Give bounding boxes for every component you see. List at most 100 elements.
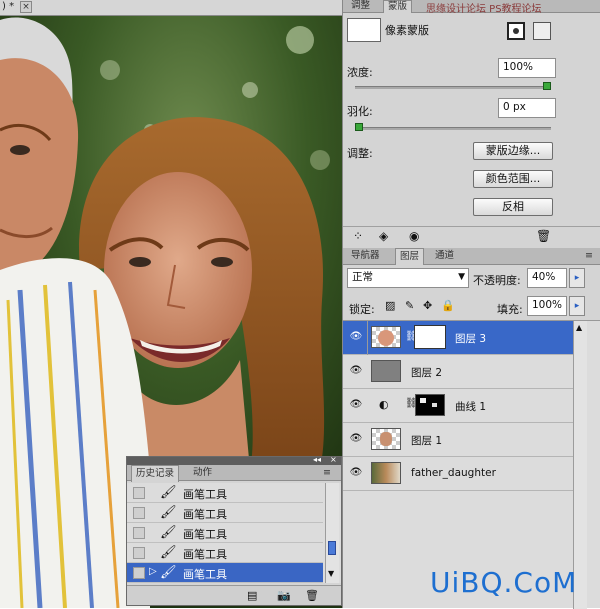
opacity-field[interactable]: 40% <box>527 268 567 288</box>
trash-icon[interactable]: 🗑 <box>305 589 319 602</box>
layer-row-background[interactable]: 👁 father_daughter <box>343 457 573 491</box>
history-item-label: 画笔工具 <box>183 568 227 581</box>
history-item[interactable]: 🖌 画笔工具 <box>127 503 323 523</box>
history-item[interactable]: 🖌 画笔工具 <box>127 483 323 503</box>
mask-speck <box>432 403 437 407</box>
brush-icon: 🖌 <box>160 525 177 540</box>
fill-arrow-icon[interactable]: ▸ <box>569 296 585 316</box>
tab-layers[interactable]: 图层 <box>395 248 425 265</box>
tab-navigator[interactable]: 导航器 <box>347 248 384 264</box>
color-range-button[interactable]: 颜色范围... <box>473 170 553 188</box>
lock-brush-icon[interactable]: ✎ <box>405 299 414 312</box>
feather-field[interactable]: 0 px <box>498 98 556 118</box>
opacity-arrow-icon[interactable]: ▸ <box>569 268 585 288</box>
apply-mask-icon[interactable]: ◈ <box>379 229 388 243</box>
document-tab[interactable]: ) * × <box>0 0 342 16</box>
eye-icon[interactable]: 👁 <box>349 399 363 411</box>
pixel-mask-icon[interactable] <box>507 22 525 40</box>
layer-name: father_daughter <box>411 467 496 479</box>
eye-icon[interactable]: 👁 <box>349 433 363 445</box>
invert-button[interactable]: 反相 <box>473 198 553 216</box>
watermark-top: 思缘设计论坛 PS教程论坛 <box>426 4 542 15</box>
brush-icon: 🖌 <box>160 565 177 580</box>
snapshot-checkbox[interactable] <box>133 507 145 519</box>
snapshot-checkbox[interactable] <box>133 547 145 559</box>
brush-icon: 🖌 <box>160 485 177 500</box>
tab-adjustments[interactable]: 调整 <box>347 0 374 12</box>
panel-menu-icon[interactable]: ≡ <box>319 465 335 481</box>
layer-name: 图层 2 <box>411 367 443 379</box>
new-document-icon[interactable]: ▤ <box>247 589 257 602</box>
layer-name: 图层 3 <box>455 333 487 345</box>
lock-transparent-icon[interactable]: ▨ <box>385 299 395 312</box>
density-label: 浓度: <box>347 66 373 79</box>
layer-thumbnail <box>371 360 401 382</box>
mask-speck <box>420 398 426 403</box>
layer-row-curves[interactable]: 👁 ◐ ⛓ 曲线 1 <box>343 389 573 423</box>
load-selection-icon[interactable]: ⁘ <box>353 229 363 243</box>
document-tab-title: ) * <box>2 1 15 12</box>
density-slider-handle[interactable] <box>543 82 551 90</box>
lock-move-icon[interactable]: ✥ <box>423 299 432 312</box>
density-slider-track[interactable] <box>355 86 551 89</box>
tab-masks[interactable]: 蒙版 <box>383 0 413 13</box>
masks-panel: 调整 蒙版 像素蒙版 浓度: 100% 羽化: 0 px 调整: 蒙版边缘...… <box>342 0 600 248</box>
history-panel-tabs: 历史记录 动作 ≡ <box>127 465 341 482</box>
history-item-label: 画笔工具 <box>183 488 227 501</box>
snapshot-checkbox[interactable] <box>133 487 145 499</box>
feather-slider-track[interactable] <box>355 127 551 130</box>
history-item-label: 画笔工具 <box>183 528 227 541</box>
history-item-selected[interactable]: ▷ 🖌 画笔工具 <box>127 563 323 583</box>
vector-mask-icon[interactable] <box>533 22 551 40</box>
fill-label: 填充: <box>497 303 523 316</box>
layer-mask-thumbnail[interactable] <box>415 394 445 416</box>
brush-icon: 🖌 <box>160 545 177 560</box>
layers-panel: 导航器 图层 通道 ≡ 正常 ▼ 不透明度: 40% ▸ 锁定: ▨ ✎ ✥ 🔒… <box>342 248 600 609</box>
tab-channels[interactable]: 通道 <box>431 248 458 264</box>
thumbnail-face <box>380 432 392 446</box>
chevron-down-icon: ▼ <box>458 272 465 282</box>
panel-menu-icon[interactable]: ≡ <box>581 248 597 264</box>
layer-separator <box>367 321 368 355</box>
layer-row-3[interactable]: 👁 ⛓ 图层 3 <box>343 321 573 355</box>
lock-all-icon[interactable]: 🔒 <box>441 299 455 312</box>
layer-thumbnail <box>371 428 401 450</box>
camera-icon[interactable]: 📷 <box>277 589 291 602</box>
layer-name: 曲线 1 <box>455 401 487 413</box>
fill-field[interactable]: 100% <box>527 296 567 316</box>
mask-edge-button[interactable]: 蒙版边缘... <box>473 142 553 160</box>
collapse-icon[interactable]: ◂◂ <box>313 455 321 464</box>
feather-slider-handle[interactable] <box>355 123 363 131</box>
blend-mode-select[interactable]: 正常 ▼ <box>347 268 469 288</box>
mask-thumbnail <box>347 18 381 42</box>
tab-actions[interactable]: 动作 <box>189 465 216 481</box>
snapshot-checkbox[interactable] <box>133 567 145 579</box>
scroll-up-icon[interactable]: ▲ <box>576 323 582 332</box>
density-field[interactable]: 100% <box>498 58 556 78</box>
history-panel: ◂◂ × 历史记录 动作 ≡ 🖌 画笔工具 🖌 画笔工具 🖌 画笔工具 🖌 画笔… <box>126 455 342 606</box>
history-scrollbar[interactable]: ▼ <box>325 483 339 583</box>
scroll-down-icon[interactable]: ▼ <box>328 569 334 578</box>
close-icon[interactable]: × <box>20 1 32 13</box>
blend-mode-value: 正常 <box>352 271 373 283</box>
tab-history[interactable]: 历史记录 <box>131 465 180 482</box>
opacity-label: 不透明度: <box>473 274 521 287</box>
history-footer: ▤ 📷 🗑 <box>127 585 341 605</box>
history-item[interactable]: 🖌 画笔工具 <box>127 543 323 563</box>
eye-icon[interactable]: 👁 <box>349 467 363 479</box>
history-item[interactable]: 🖌 画笔工具 <box>127 523 323 543</box>
close-icon[interactable]: × <box>330 455 337 464</box>
trash-icon[interactable]: 🗑 <box>536 229 551 243</box>
history-panel-titlebar[interactable]: ◂◂ × <box>127 455 341 465</box>
pixel-mask-dot <box>513 28 519 34</box>
snapshot-checkbox[interactable] <box>133 527 145 539</box>
layer-row-1[interactable]: 👁 图层 1 <box>343 423 573 457</box>
layer-mask-thumbnail[interactable] <box>414 325 446 349</box>
eye-icon[interactable]: 👁 <box>349 331 363 343</box>
layer-row-2[interactable]: 👁 图层 2 <box>343 355 573 389</box>
history-scroll-thumb[interactable] <box>328 541 336 555</box>
thumbnail-face <box>378 330 394 346</box>
visibility-eye-icon[interactable]: ◉ <box>409 229 419 243</box>
eye-icon[interactable]: 👁 <box>349 365 363 377</box>
watermark-bottom: UiBQ.CoM <box>430 566 578 599</box>
